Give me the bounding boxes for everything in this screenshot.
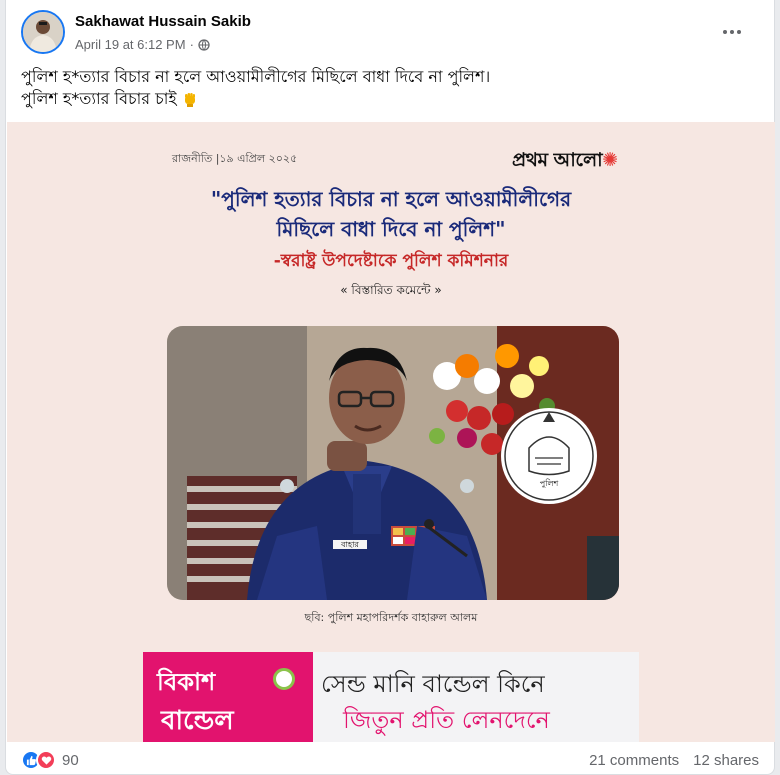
post-text-line2: পুলিশ হ*ত্যার বিচার চাই	[21, 89, 177, 108]
post-timestamp[interactable]: April 19 at 6:12 PM	[75, 37, 186, 52]
image-headline: "পুলিশ হত্যার বিচার না হলে আওয়ামীলীগের …	[127, 184, 655, 244]
shares-count-link[interactable]: 12 shares	[693, 752, 759, 769]
sun-icon: ✺	[602, 149, 618, 171]
ad-brand-line1: বিকাশ	[157, 668, 216, 696]
image-cta: « বিস্তারিত কমেন্টে »	[340, 283, 442, 297]
bkash-logo-icon	[273, 668, 295, 690]
badge-text: পুলিশ	[539, 479, 559, 488]
love-reaction-icon	[36, 750, 56, 770]
ad-brand-panel: বিকাশ বান্ডেল	[143, 652, 313, 742]
more-dot-icon	[730, 30, 734, 34]
reactions-summary[interactable]: 90	[21, 750, 79, 770]
raised-fist-icon	[184, 93, 195, 107]
more-options-button[interactable]	[714, 20, 750, 44]
globe-icon[interactable]	[198, 38, 210, 51]
author-name[interactable]: Sakhawat Hussain Sakib	[75, 13, 251, 30]
prothom-alo-logo: প্রথম আলো✺	[512, 146, 618, 178]
post-card: Sakhawat Hussain Sakib April 19 at 6:12 …	[5, 0, 775, 775]
nameplate: বাহার	[341, 540, 359, 549]
post-text-line1: পুলিশ হ*ত্যার বিচার না হলে আওয়ামীলীগের …	[21, 67, 491, 86]
ad-brand-line2: বান্ডেল	[161, 706, 234, 736]
post-text-line2-wrap: পুলিশ হ*ত্যার বিচার চাই	[21, 88, 759, 110]
brand-text: প্রথম আলো	[512, 149, 603, 171]
meta-separator: ·	[189, 37, 194, 52]
officer-photo: বাহার পুলিশ	[167, 326, 619, 600]
headline-line2: মিছিলে বাধা দিবে না পুলিশ"	[276, 217, 506, 241]
comments-count-link[interactable]: 21 comments	[589, 752, 679, 769]
ad-line2: জিতুন প্রতি লেনদেনে	[343, 706, 550, 734]
reaction-count: 90	[62, 751, 79, 769]
image-dateline: রাজনীতি |১৯ এপ্রিল ২০২৫	[172, 152, 298, 165]
ad-line1: সেন্ড মানি বান্ডেল কিনে	[321, 670, 545, 698]
ad-message-panel: সেন্ড মানি বান্ডেল কিনে জিতুন প্রতি লেনদ…	[313, 652, 639, 742]
more-dot-icon	[737, 30, 741, 34]
avatar[interactable]	[21, 10, 65, 54]
more-dot-icon	[723, 30, 727, 34]
headline-line1: "পুলিশ হত্যার বিচার না হলে আওয়ামীলীগের	[210, 187, 572, 211]
post-footer: 90 21 comments 12 shares	[21, 746, 759, 774]
post-meta: April 19 at 6:12 PM ·	[75, 37, 210, 52]
post-header: Sakhawat Hussain Sakib April 19 at 6:12 …	[21, 10, 762, 58]
bkash-ad-banner: বিকাশ বান্ডেল সেন্ড মানি বান্ডেল কিনে জি…	[143, 652, 639, 742]
photo-caption: ছবি: পুলিশ মহাপরিদর্শক বাহারুল আলম	[304, 611, 478, 624]
post-text: পুলিশ হ*ত্যার বিচার না হলে আওয়ামীলীগের …	[21, 66, 759, 110]
post-image[interactable]: রাজনীতি |১৯ এপ্রিল ২০২৫ প্রথম আলো✺ "পুলি…	[7, 122, 775, 742]
image-subline: -স্বরাষ্ট্র উপদেষ্টাকে পুলিশ কমিশনার	[273, 251, 509, 271]
